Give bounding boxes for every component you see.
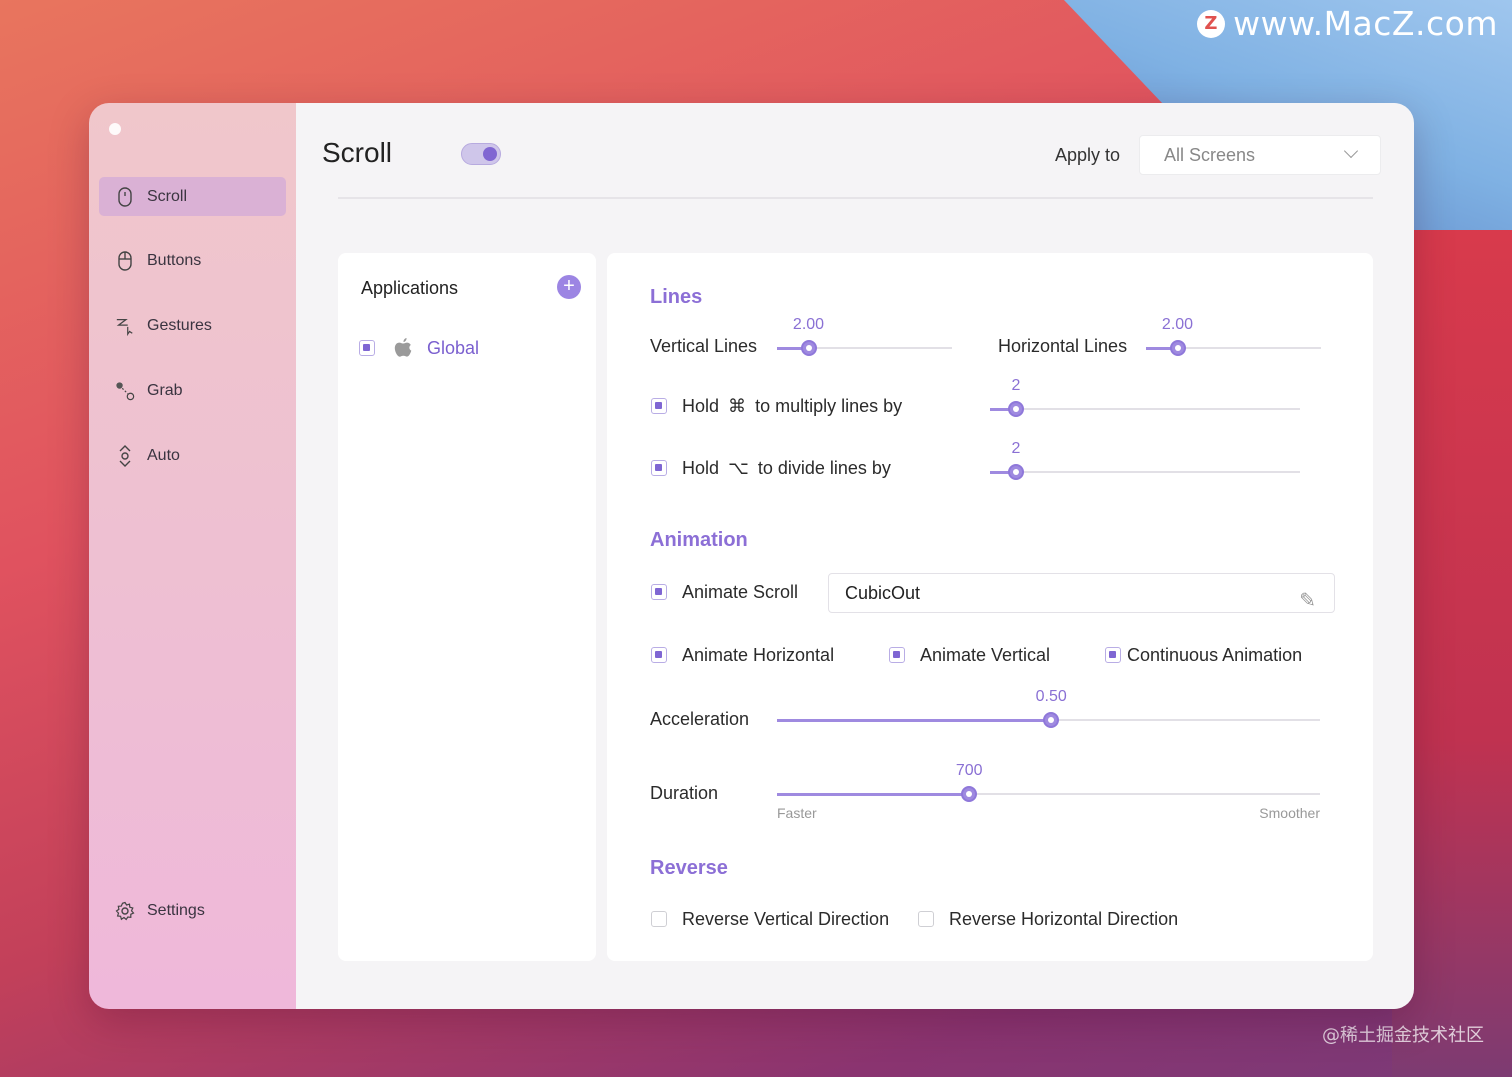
slider-thumb[interactable] (961, 786, 978, 802)
sidebar-item-settings[interactable]: Settings (99, 891, 286, 930)
horizontal-lines-label: Horizontal Lines (998, 336, 1128, 356)
slider-value: 2.00 (1161, 316, 1194, 333)
reverse-horizontal-label: Reverse Horizontal Direction (949, 909, 1179, 929)
animate-vertical-checkbox[interactable] (889, 647, 905, 663)
duration-label: Duration (650, 783, 719, 803)
slider-thumb[interactable] (1043, 712, 1060, 728)
sidebar-item-gestures[interactable]: Gestures (99, 306, 286, 345)
slider-value: 700 (955, 762, 983, 779)
hold-option-label: Hold ⌥ to divide lines by (682, 458, 891, 479)
slider-thumb[interactable] (800, 340, 817, 356)
gesture-icon (115, 316, 135, 336)
page-title: Scroll (322, 137, 393, 168)
slider-value: 2.00 (792, 316, 825, 333)
vertical-lines-label: Vertical Lines (650, 336, 758, 356)
watermark: Z www.MacZ.com (1197, 4, 1498, 43)
applications-title: Applications (361, 278, 459, 298)
applications-panel: Applications + Global (338, 253, 596, 961)
apple-icon (393, 337, 413, 359)
window-close-dot[interactable] (109, 123, 121, 135)
sidebar: Scroll Buttons Gestures Grab Auto Settin… (89, 103, 296, 1009)
grab-icon (115, 381, 135, 401)
command-key-icon: ⌘ (728, 396, 747, 416)
slider-thumb[interactable] (1008, 401, 1024, 417)
reverse-vertical-label: Reverse Vertical Direction (682, 909, 890, 929)
duration-min-label: Faster (777, 805, 817, 821)
hold-cmd-checkbox[interactable] (651, 398, 667, 414)
header-divider (338, 197, 1373, 199)
animate-horizontal-checkbox[interactable] (651, 647, 667, 663)
mouse-button-icon (115, 250, 135, 271)
animation-curve-value: CubicOut (845, 583, 921, 603)
multiply-lines-slider[interactable]: 2 (990, 377, 1300, 419)
option-key-icon: ⌥ (728, 458, 749, 478)
scroll-enable-toggle[interactable] (461, 143, 501, 165)
duration-slider[interactable]: 700 (777, 762, 1320, 804)
duration-max-label: Smoother (1259, 805, 1320, 821)
slider-value: 2 (1011, 377, 1021, 394)
main-content: Scroll Apply to All Screens Applications… (296, 103, 1414, 1009)
apply-to-label: Apply to (1055, 145, 1121, 165)
horizontal-lines-slider[interactable]: 2.00 (1146, 316, 1321, 358)
slider-fill (777, 718, 1052, 722)
hold-option-checkbox[interactable] (651, 460, 667, 476)
sidebar-item-label: Auto (147, 446, 180, 464)
animation-curve-field[interactable]: CubicOut ✎ (828, 573, 1335, 613)
animate-horizontal-label: Animate Horizontal (682, 645, 835, 665)
animate-scroll-label: Animate Scroll (682, 582, 799, 602)
acceleration-label: Acceleration (650, 709, 750, 729)
vertical-lines-slider[interactable]: 2.00 (777, 316, 952, 358)
slider-thumb[interactable] (1008, 464, 1024, 480)
gear-icon (115, 901, 135, 921)
application-label: Global (427, 337, 480, 358)
app-window: Scroll Buttons Gestures Grab Auto Settin… (89, 103, 1414, 1009)
animate-scroll-checkbox[interactable] (651, 584, 667, 600)
slider-track (990, 471, 1300, 473)
watermark-text: www.MacZ.com (1233, 4, 1498, 43)
slider-thumb[interactable] (1169, 340, 1186, 356)
hold-cmd-suffix: to multiply lines by (755, 396, 903, 416)
hold-cmd-prefix: Hold (682, 396, 720, 416)
sidebar-item-grab[interactable]: Grab (99, 371, 286, 410)
auto-scroll-icon (115, 444, 135, 467)
reverse-vertical-checkbox[interactable] (651, 911, 667, 927)
apply-to-select[interactable]: All Screens (1139, 135, 1381, 175)
hold-option-prefix: Hold (682, 458, 720, 478)
hold-cmd-label: Hold ⌘ to multiply lines by (682, 396, 902, 417)
acceleration-slider[interactable]: 0.50 (777, 688, 1320, 730)
slider-fill (777, 792, 970, 796)
application-item-global[interactable]: Global (359, 337, 479, 359)
global-checkbox[interactable] (359, 340, 375, 356)
apply-to-value: All Screens (1164, 145, 1256, 165)
divide-lines-slider[interactable]: 2 (990, 440, 1300, 482)
add-application-button[interactable]: + (557, 275, 581, 299)
slider-value: 0.50 (1035, 688, 1067, 705)
chevron-down-icon (1343, 143, 1359, 159)
sidebar-item-label: Settings (147, 901, 205, 919)
sidebar-item-label: Buttons (147, 251, 202, 269)
bottom-watermark: @稀土掘金技术社区 (1322, 1025, 1484, 1046)
slider-value: 2 (1011, 440, 1021, 457)
continuous-animation-checkbox[interactable] (1105, 647, 1121, 663)
animation-section-title: Animation (650, 529, 748, 551)
pencil-icon[interactable]: ✎ (1299, 582, 1316, 620)
sidebar-item-scroll[interactable]: Scroll (99, 177, 286, 216)
sidebar-item-auto[interactable]: Auto (99, 436, 286, 475)
watermark-logo: Z (1197, 9, 1226, 38)
hold-option-suffix: to divide lines by (757, 458, 891, 478)
scroll-settings-panel: Lines Vertical Lines 2.00 Horizontal Lin… (607, 253, 1373, 961)
sidebar-item-label: Grab (147, 381, 183, 399)
sidebar-item-label: Scroll (147, 187, 188, 205)
sidebar-item-buttons[interactable]: Buttons (99, 241, 286, 280)
animate-vertical-label: Animate Vertical (920, 645, 1051, 665)
reverse-section-title: Reverse (650, 857, 728, 879)
sidebar-item-label: Gestures (147, 316, 212, 334)
mouse-icon (115, 186, 135, 207)
reverse-horizontal-checkbox[interactable] (918, 911, 934, 927)
lines-section-title: Lines (650, 286, 703, 308)
continuous-animation-label: Continuous Animation (1127, 645, 1303, 665)
slider-track (990, 408, 1300, 410)
